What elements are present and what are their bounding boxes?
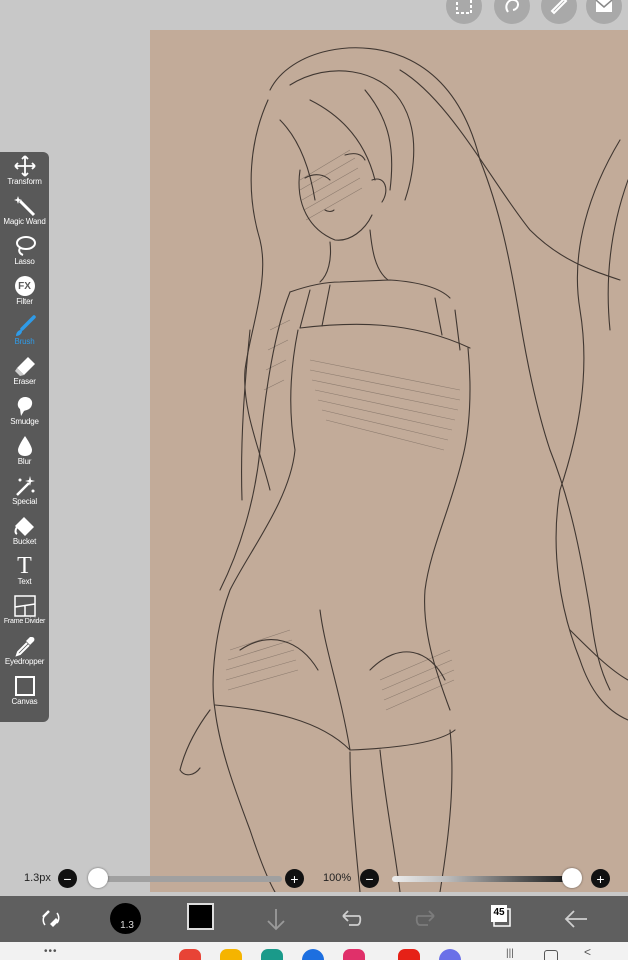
tool-label: Lasso xyxy=(14,257,35,266)
tool-label: Canvas xyxy=(11,697,38,706)
selection-icon xyxy=(456,0,472,14)
brush-size-badge[interactable]: 1.3 xyxy=(110,903,141,934)
tool-brush[interactable]: Brush xyxy=(0,312,49,352)
drawing-canvas[interactable] xyxy=(150,30,628,892)
ruler-button[interactable] xyxy=(541,0,577,24)
arrow-left-icon xyxy=(564,910,587,928)
material-button[interactable] xyxy=(586,0,622,24)
tool-canvas[interactable]: Canvas xyxy=(0,672,49,712)
blur-drop-icon xyxy=(12,435,38,457)
undo-button[interactable] xyxy=(336,904,366,934)
recents-icon[interactable]: ||| xyxy=(506,948,514,959)
tool-bucket[interactable]: Bucket xyxy=(0,512,49,552)
tool-label: Eraser xyxy=(13,377,36,386)
text-icon: T xyxy=(12,553,38,579)
back-button[interactable] xyxy=(561,904,591,934)
layer-count-label: 45 xyxy=(493,907,505,918)
selection-button[interactable] xyxy=(446,0,482,24)
home-icon[interactable] xyxy=(544,950,558,960)
brush-size-slider-knob[interactable] xyxy=(88,868,108,888)
app-icon-youtube[interactable] xyxy=(398,949,420,960)
tool-label: Filter xyxy=(16,297,33,306)
brush-eraser-toggle-button[interactable] xyxy=(36,904,66,934)
app-icon-pink[interactable] xyxy=(343,949,365,960)
tool-label: Eyedropper xyxy=(4,657,45,666)
text-glyph: T xyxy=(17,553,32,579)
brush-size-value: 1.3px xyxy=(24,872,51,884)
app-icon-blue[interactable] xyxy=(302,949,324,960)
ruler-icon xyxy=(550,0,568,15)
tool-eyedropper[interactable]: Eyedropper xyxy=(0,632,49,672)
arrow-down-icon xyxy=(267,909,285,931)
layers-button[interactable]: 45 xyxy=(490,904,512,928)
bottom-toolbar: 1.3 45 xyxy=(0,896,628,942)
brush-size-slider-track[interactable] xyxy=(92,876,282,882)
canvas-icon xyxy=(12,675,38,697)
lasso-fill-icon xyxy=(505,0,519,13)
special-sparkle-icon xyxy=(12,475,38,497)
tool-blur[interactable]: Blur xyxy=(0,432,49,472)
sketch-drawing xyxy=(179,47,628,892)
redo-button[interactable] xyxy=(411,904,441,934)
brush-size-badge-label: 1.3 xyxy=(120,920,134,931)
system-back-icon[interactable]: < xyxy=(584,945,591,959)
opacity-increase-button[interactable]: + xyxy=(591,869,610,888)
tool-label: Text xyxy=(17,577,32,586)
tool-special[interactable]: Special xyxy=(0,472,49,512)
lasso-fill-button[interactable] xyxy=(494,0,530,24)
lasso-icon xyxy=(12,235,38,257)
tool-magic-wand[interactable]: Magic Wand xyxy=(0,192,49,232)
frame-divider-icon xyxy=(12,595,38,617)
system-dock-bar: ••• ||| < xyxy=(0,942,628,960)
envelope-icon xyxy=(595,0,613,12)
tool-lasso[interactable]: Lasso xyxy=(0,232,49,272)
tool-transform[interactable]: Transform xyxy=(0,152,49,192)
tool-label: Transform xyxy=(7,177,42,186)
opacity-slider-knob[interactable] xyxy=(562,868,582,888)
brush-eraser-toggle-icon xyxy=(42,910,60,927)
eyedropper-icon xyxy=(12,635,38,657)
magic-wand-icon xyxy=(12,195,38,217)
brush-icon xyxy=(12,315,38,337)
app-drawer-icon[interactable]: ••• xyxy=(44,946,58,957)
bucket-icon xyxy=(12,515,38,537)
smudge-icon xyxy=(12,395,38,417)
tool-text[interactable]: T Text xyxy=(0,552,49,592)
tool-panel: Transform Magic Wand Lasso FX Filter Bru… xyxy=(0,152,49,722)
brush-size-decrease-button[interactable]: − xyxy=(58,869,77,888)
slider-row: 1.3px − + 100% − + xyxy=(0,866,628,890)
fx-icon: FX xyxy=(12,275,38,297)
eraser-icon xyxy=(12,355,38,377)
app-icon-red[interactable] xyxy=(179,949,201,960)
tool-label: Frame Divider xyxy=(3,618,46,625)
tool-label: Smudge xyxy=(10,417,39,426)
app-icon-teal[interactable] xyxy=(261,949,283,960)
layer-download-button[interactable] xyxy=(261,904,291,934)
app-icon-discord[interactable] xyxy=(439,949,461,960)
opacity-slider-track[interactable] xyxy=(392,876,577,882)
tool-smudge[interactable]: Smudge xyxy=(0,392,49,432)
tool-label: Special xyxy=(12,497,37,506)
fx-glyph: FX xyxy=(14,276,35,296)
transform-icon xyxy=(12,155,38,177)
undo-icon xyxy=(342,910,362,926)
tool-eraser[interactable]: Eraser xyxy=(0,352,49,392)
redo-icon xyxy=(415,910,435,926)
tool-label: Brush xyxy=(14,337,35,346)
brush-size-increase-button[interactable]: + xyxy=(285,869,304,888)
tool-label: Magic Wand xyxy=(3,217,46,226)
tool-label: Bucket xyxy=(12,537,37,546)
tool-label: Blur xyxy=(17,457,32,466)
opacity-value: 100% xyxy=(323,872,352,884)
tool-frame-divider[interactable]: Frame Divider xyxy=(0,592,49,632)
opacity-decrease-button[interactable]: − xyxy=(360,869,379,888)
app-icon-folder[interactable] xyxy=(220,949,242,960)
current-color-swatch[interactable] xyxy=(187,903,214,930)
tool-filter[interactable]: FX Filter xyxy=(0,272,49,312)
